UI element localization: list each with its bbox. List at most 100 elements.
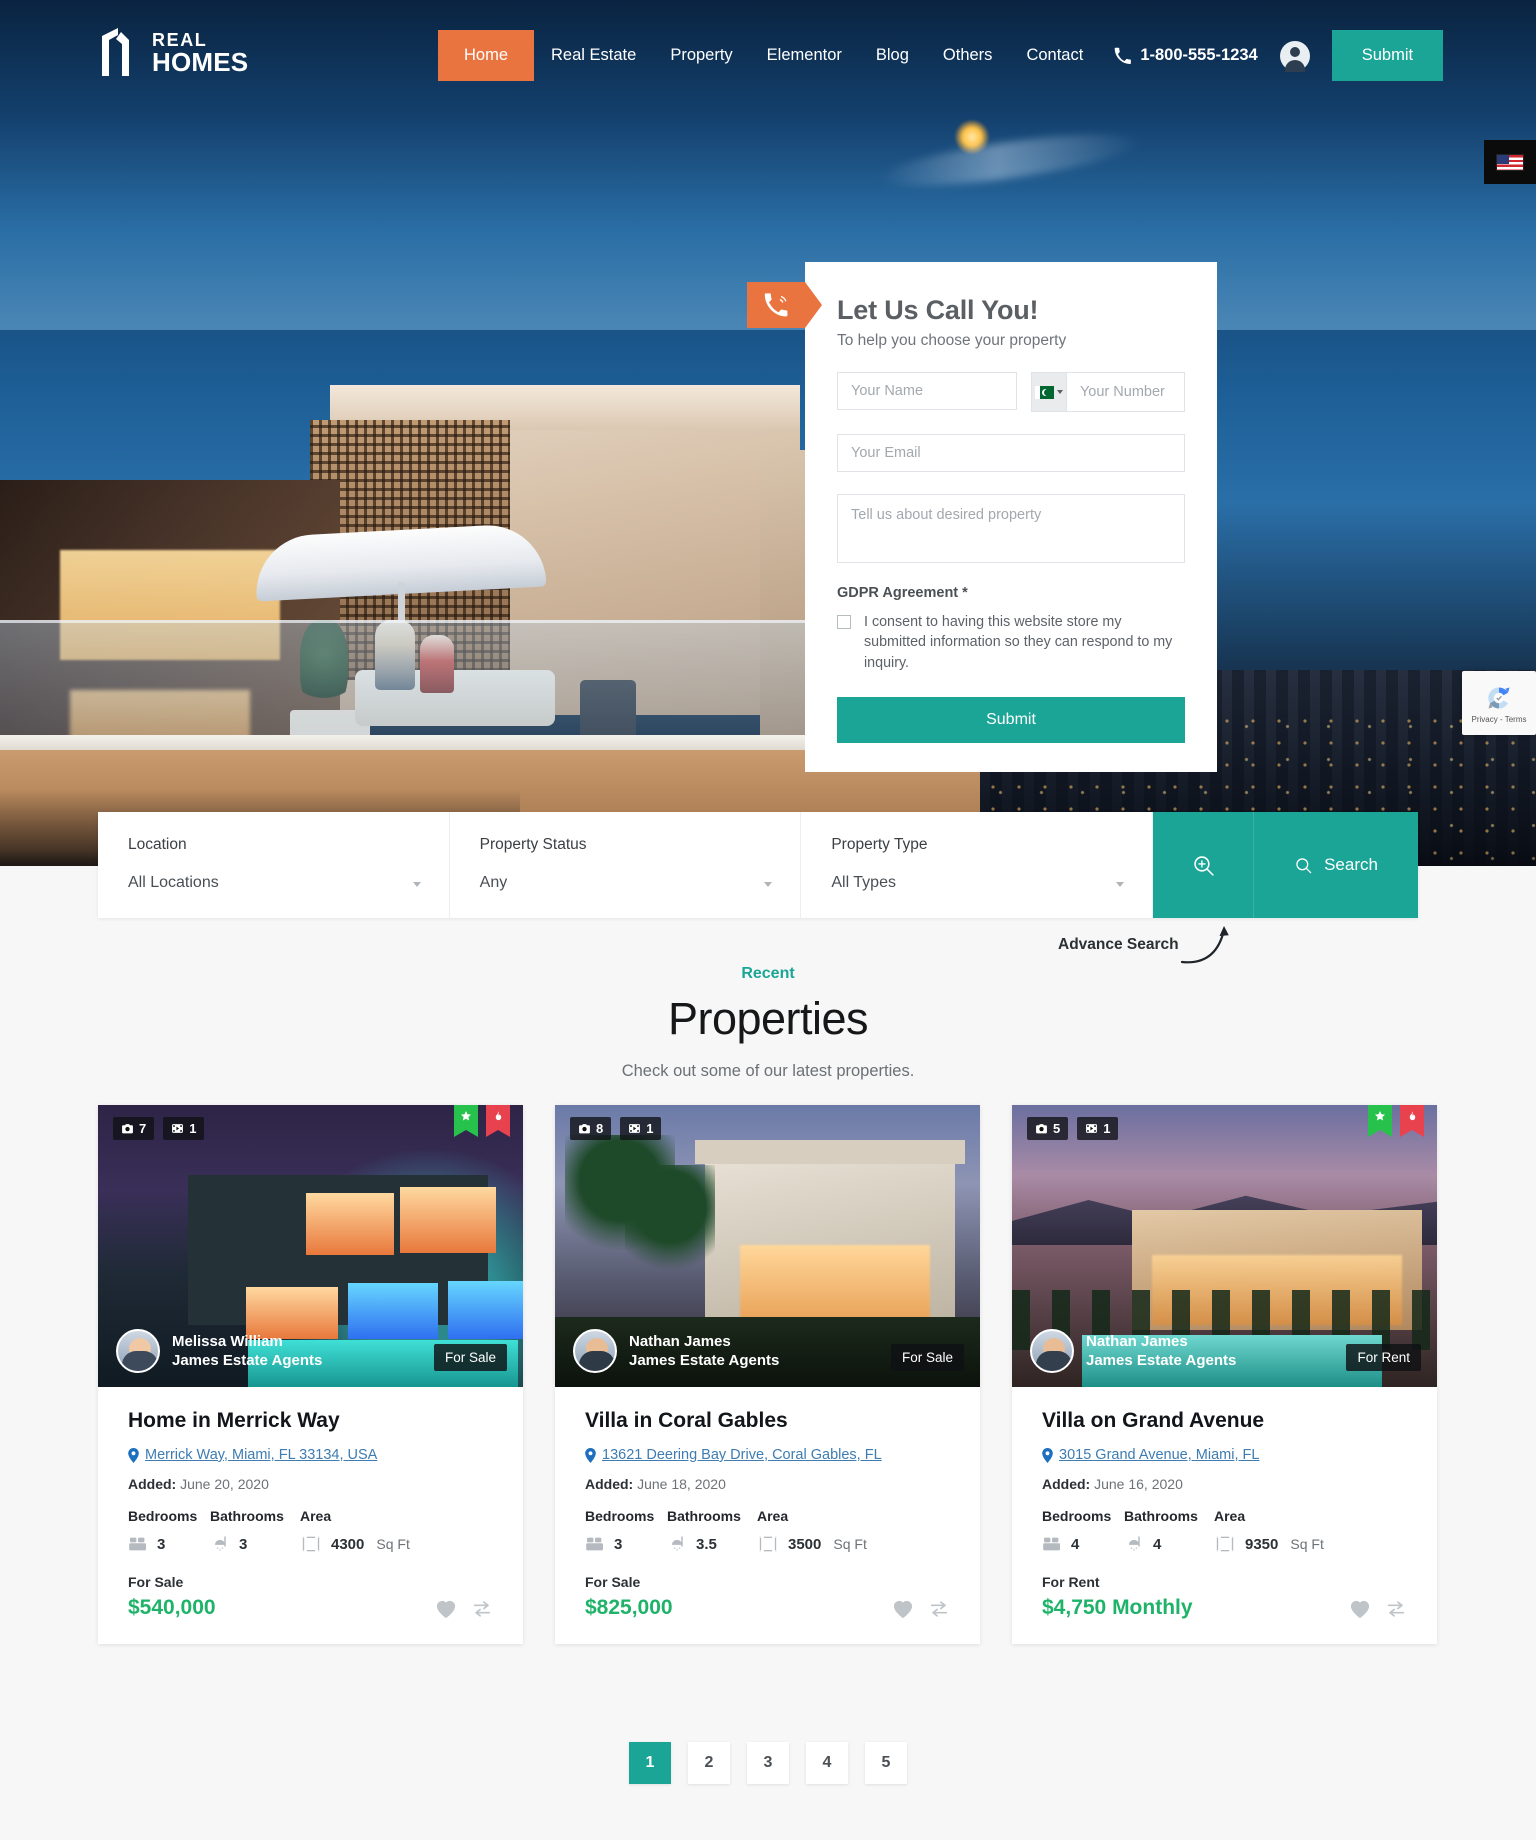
message-textarea[interactable]: [837, 494, 1185, 563]
video-count: 1: [646, 1121, 654, 1136]
name-input[interactable]: [837, 372, 1017, 410]
status-value: Any: [479, 874, 508, 891]
site-logo[interactable]: REAL HOMES: [98, 26, 248, 80]
location-pin-icon: [585, 1447, 596, 1463]
price-block: For Sale $540,000: [128, 1574, 216, 1620]
country-code-selector[interactable]: [1032, 373, 1067, 411]
bedrooms-label: Bedrooms: [1042, 1508, 1112, 1524]
bedrooms-label: Bedrooms: [128, 1508, 198, 1524]
property-price: $540,000: [128, 1596, 216, 1619]
gdpr-checkbox[interactable]: [837, 615, 851, 629]
property-card[interactable]: 8 1 Nathan James James Estate Agents For…: [555, 1105, 980, 1644]
avatar: [573, 1329, 617, 1373]
property-address-row: 3015 Grand Avenue, Miami, FL: [1042, 1447, 1407, 1463]
property-image[interactable]: 8 1 Nathan James James Estate Agents For…: [555, 1105, 980, 1387]
meta-values: 3 3.5 3500 Sq Ft: [585, 1534, 950, 1554]
area-value-group: 9350 Sq Ft: [1214, 1534, 1324, 1554]
agent-name: Melissa William: [172, 1332, 283, 1350]
property-address-link[interactable]: 13621 Deering Bay Drive, Coral Gables, F…: [602, 1447, 882, 1463]
video-icon: [172, 1124, 184, 1133]
compare-arrows-icon[interactable]: [1385, 1598, 1407, 1620]
pagination-page-1[interactable]: 1: [629, 1742, 671, 1784]
meta-values: 3 3 4300 Sq Ft: [128, 1534, 493, 1554]
bedrooms-value: 3: [614, 1535, 623, 1553]
added-label: Added:: [128, 1476, 177, 1492]
property-details: Villa on Grand Avenue 3015 Grand Avenue,…: [1012, 1387, 1437, 1644]
header-submit-button[interactable]: Submit: [1331, 30, 1444, 81]
location-pin-icon: [128, 1447, 139, 1463]
phone-input-group: [1031, 372, 1185, 412]
property-footer: For Rent $4,750 Monthly: [1042, 1574, 1407, 1620]
photo-count: 7: [139, 1121, 147, 1136]
nav-item-others[interactable]: Others: [926, 34, 1010, 77]
agent-info[interactable]: Melissa William James Estate Agents: [116, 1329, 322, 1373]
hot-flame-ribbon-icon: [486, 1105, 510, 1137]
nav-item-blog[interactable]: Blog: [859, 34, 926, 77]
site-header: REAL HOMES Home Real Estate Property Ele…: [0, 0, 1536, 95]
property-title[interactable]: Villa on Grand Avenue: [1042, 1409, 1407, 1433]
email-input[interactable]: [837, 434, 1185, 472]
photo-count-badge: 5: [1027, 1117, 1069, 1140]
nav-item-real-estate[interactable]: Real Estate: [534, 34, 653, 77]
property-price: $4,750 Monthly: [1042, 1596, 1193, 1619]
search-submit-button[interactable]: Search: [1253, 812, 1419, 918]
user-account-icon[interactable]: [1279, 40, 1310, 72]
search-button-label: Search: [1324, 855, 1378, 874]
area-value: 9350: [1245, 1535, 1279, 1553]
bed-icon: [586, 1537, 603, 1551]
property-image[interactable]: 5 1 Nathan James James Estate Agents For…: [1012, 1105, 1437, 1387]
number-input[interactable]: [1066, 373, 1184, 411]
logo-text: REAL HOMES: [152, 30, 249, 77]
favorite-heart-icon[interactable]: [892, 1599, 914, 1619]
photo-count-badge: 8: [570, 1117, 612, 1140]
agent-info[interactable]: Nathan James James Estate Agents: [573, 1329, 779, 1373]
property-title[interactable]: Home in Merrick Way: [128, 1409, 493, 1433]
search-field-status[interactable]: Property Status Any: [450, 812, 802, 918]
location-value: All Locations: [128, 874, 219, 891]
bedrooms-value-group: 4: [1042, 1536, 1124, 1553]
language-switcher[interactable]: [1484, 140, 1536, 184]
ribbon-badge-group: [454, 1105, 510, 1137]
pagination-page-4[interactable]: 4: [806, 1742, 848, 1784]
recaptcha-icon: [1488, 686, 1510, 708]
bathrooms-label: Bathrooms: [1124, 1508, 1198, 1524]
media-badge-group: 7 1: [113, 1117, 205, 1140]
bathrooms-value-group: 3.5: [667, 1534, 757, 1554]
search-field-location[interactable]: Location All Locations: [98, 812, 450, 918]
property-title[interactable]: Villa in Coral Gables: [585, 1409, 950, 1433]
pagination-page-5[interactable]: 5: [865, 1742, 907, 1784]
price-block: For Sale $825,000: [585, 1574, 673, 1620]
property-address-link[interactable]: 3015 Grand Avenue, Miami, FL: [1059, 1447, 1259, 1463]
favorite-heart-icon[interactable]: [435, 1599, 457, 1619]
favorite-heart-icon[interactable]: [1349, 1599, 1371, 1619]
property-card[interactable]: 5 1 Nathan James James Estate Agents For…: [1012, 1105, 1437, 1644]
logo-line-2: HOMES: [152, 46, 249, 77]
footer-status: For Sale: [128, 1574, 184, 1590]
property-card[interactable]: 7 1 Melissa William James Estate Agents …: [98, 1105, 523, 1644]
advance-search-button[interactable]: [1153, 812, 1254, 918]
property-address-link[interactable]: Merrick Way, Miami, FL 33134, USA: [145, 1447, 377, 1463]
main-navigation: Home Real Estate Property Elementor Blog…: [438, 30, 1444, 81]
pagination-page-2[interactable]: 2: [688, 1742, 730, 1784]
video-icon: [629, 1124, 641, 1133]
recaptcha-badge[interactable]: Privacy - Terms: [1462, 671, 1536, 735]
area-value-group: 3500 Sq Ft: [757, 1534, 867, 1554]
agent-text: Melissa William James Estate Agents: [172, 1332, 322, 1371]
status-label: Property Status: [479, 836, 587, 853]
callback-submit-button[interactable]: Submit: [837, 696, 1185, 743]
nav-item-contact[interactable]: Contact: [1009, 34, 1100, 77]
nav-item-elementor[interactable]: Elementor: [750, 34, 859, 77]
compare-arrows-icon[interactable]: [471, 1598, 493, 1620]
header-phone[interactable]: 1-800-555-1234: [1114, 46, 1258, 65]
property-image[interactable]: 7 1 Melissa William James Estate Agents …: [98, 1105, 523, 1387]
area-icon: [1216, 1536, 1234, 1552]
pagination-page-3[interactable]: 3: [747, 1742, 789, 1784]
hot-flame-ribbon-icon: [1400, 1105, 1424, 1137]
nav-item-home[interactable]: Home: [438, 30, 535, 81]
search-field-type[interactable]: Property Type All Types: [801, 812, 1154, 918]
nav-item-property[interactable]: Property: [653, 34, 749, 77]
compare-arrows-icon[interactable]: [928, 1598, 950, 1620]
meta-labels: Bedrooms Bathrooms Area: [585, 1508, 950, 1524]
agent-info[interactable]: Nathan James James Estate Agents: [1030, 1329, 1236, 1373]
page-root: REAL HOMES Home Real Estate Property Ele…: [0, 0, 1536, 1840]
